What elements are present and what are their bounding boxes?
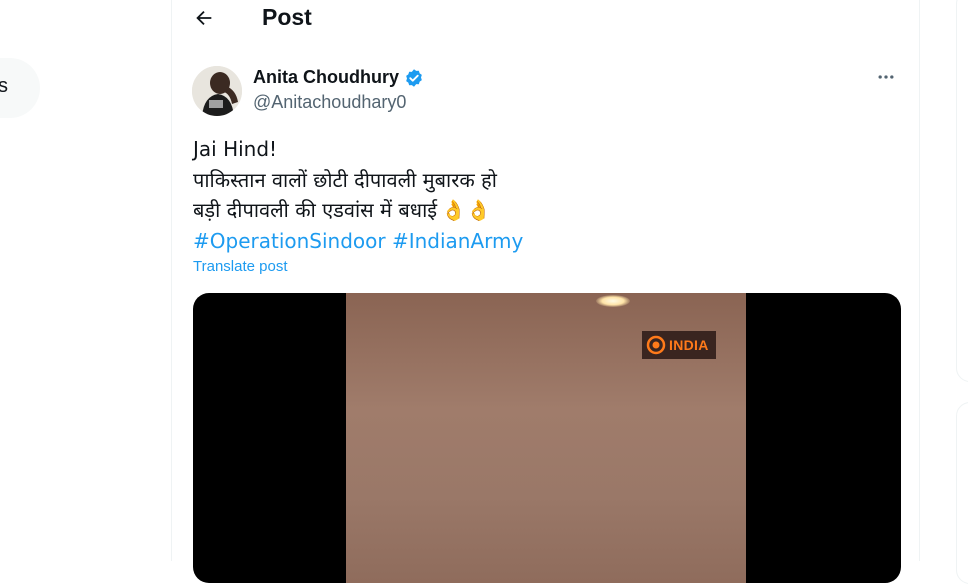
- watermark-text: INDIA: [669, 337, 709, 353]
- post-video[interactable]: INDIA: [193, 293, 901, 583]
- video-frame: INDIA: [346, 293, 746, 583]
- post-line-3-text: बड़ी दीपावली की एडवांस में बधाई: [193, 198, 438, 222]
- ok-hand-emoji: 👌👌: [441, 198, 491, 222]
- author-handle[interactable]: @Anitachoudhary0: [253, 92, 406, 113]
- avatar[interactable]: [192, 66, 242, 116]
- page-title: Post: [262, 4, 312, 30]
- right-sidebar-card: [956, 0, 968, 382]
- arrow-left-icon: [196, 10, 212, 26]
- post-line-3: बड़ी दीपावली की एडवांस में बधाई 👌👌: [193, 195, 523, 226]
- more-options-button[interactable]: [875, 66, 897, 88]
- flare-highlight: [596, 295, 630, 307]
- post-text: Jai Hind! पाकिस्तान वालों छोटी दीपावली म…: [193, 134, 523, 256]
- more-horizontal-icon: [878, 75, 894, 79]
- post-line-2: पाकिस्तान वालों छोटी दीपावली मुबारक हो: [193, 167, 497, 192]
- post-line-1: Jai Hind!: [193, 137, 278, 161]
- author-name[interactable]: Anita Choudhury: [253, 67, 424, 88]
- verified-badge-icon: [406, 68, 422, 87]
- hashtag-row: #OperationSindoor #IndianArmy: [193, 226, 523, 257]
- dd-logo-icon: [646, 335, 666, 355]
- dd-india-logo: INDIA: [642, 331, 716, 359]
- main-column: Post Anita Choudhury @Anitachoudhary0 Ja…: [171, 0, 920, 583]
- hashtag-link[interactable]: #IndianArmy: [392, 229, 523, 253]
- author-name-text[interactable]: Anita Choudhury: [253, 67, 399, 88]
- post-header: Post: [172, 0, 919, 36]
- back-button[interactable]: [190, 4, 218, 32]
- right-sidebar-card: [956, 402, 968, 584]
- hashtag-link[interactable]: #OperationSindoor: [193, 229, 386, 253]
- translate-post-link[interactable]: Translate post: [193, 258, 288, 275]
- left-nav-item-label: s: [0, 75, 8, 97]
